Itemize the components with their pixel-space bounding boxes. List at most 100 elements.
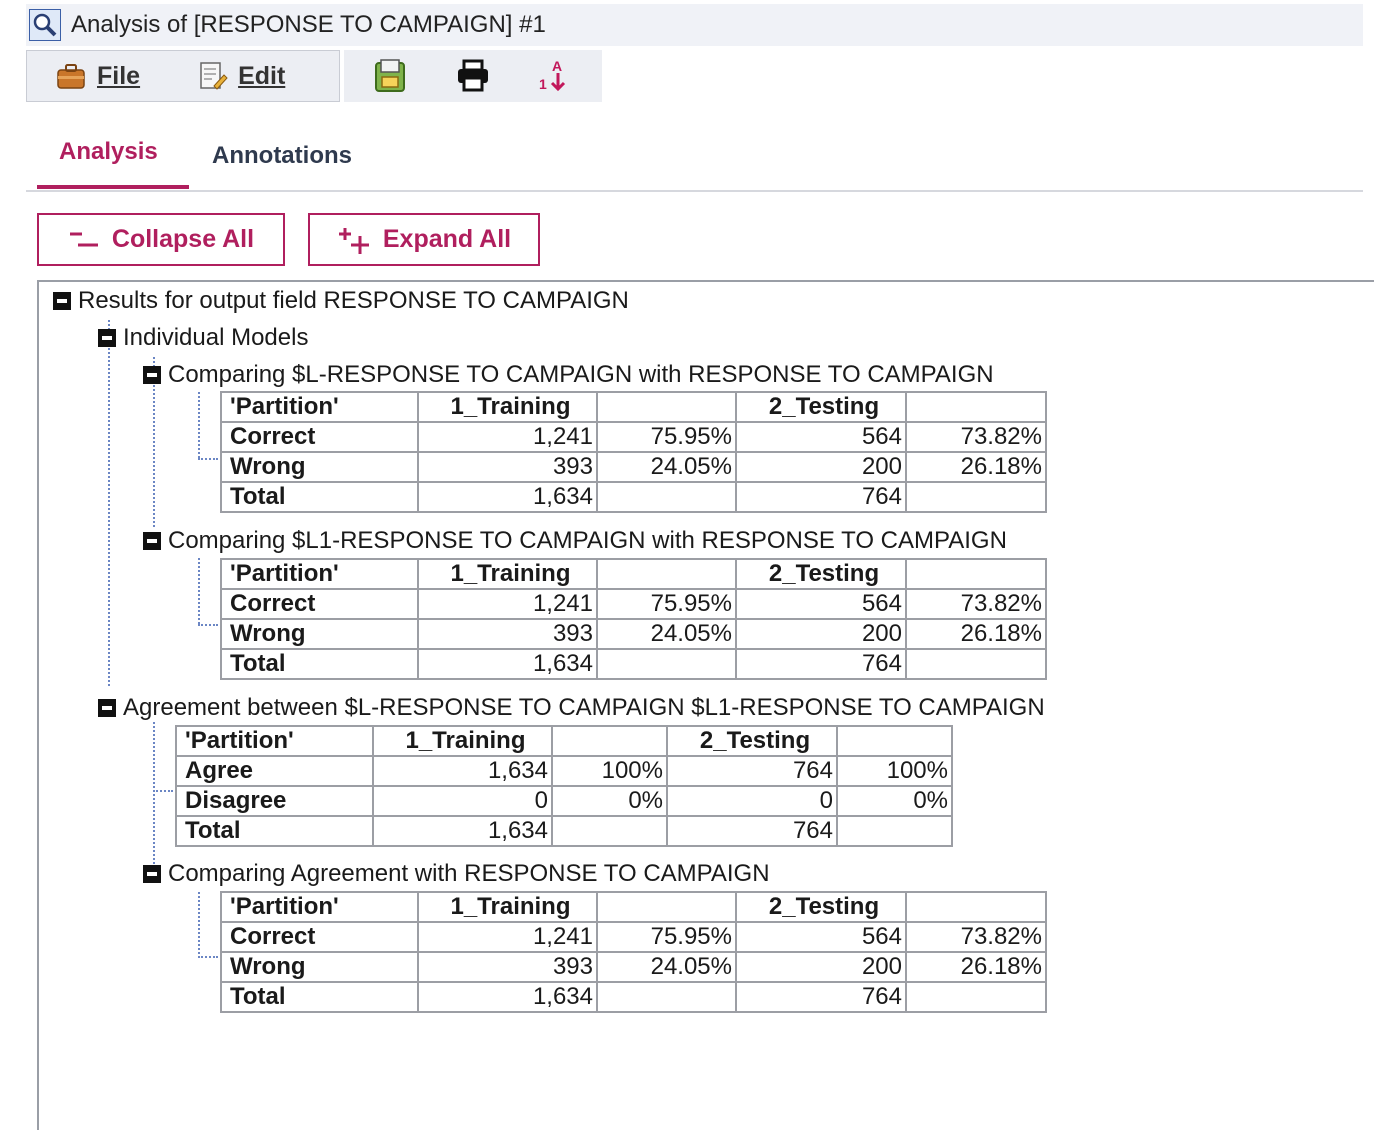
tree-line [198,392,200,458]
collapse-toggle-icon[interactable] [98,699,116,717]
table-cell: 393 [417,951,598,983]
table-cell: Total [175,815,374,847]
collapse-toggle-icon[interactable] [143,865,161,883]
table-row: Total 1,634 764 [220,648,1047,680]
table-cell: 'Partition' [220,891,419,923]
table-cell: 1,241 [417,588,598,620]
table-cell [596,391,737,423]
table-cell: 'Partition' [220,391,419,423]
table-cell: Correct [220,588,419,620]
table-cell: 2_Testing [735,391,907,423]
menu-bar: File Edit A 1 [26,50,602,104]
table-header-row: 'Partition' 1_Training 2_Testing [220,391,1047,423]
edit-menu[interactable]: Edit [196,60,285,92]
collapse-toggle-icon[interactable] [143,532,161,550]
edit-menu-label: Edit [238,61,286,90]
table-cell: 73.82% [905,588,1047,620]
table-cell: 100% [836,755,953,787]
table-cell [905,891,1047,923]
table-cell [905,558,1047,590]
tree-node-comparison[interactable]: Comparing $L-RESPONSE TO CAMPAIGN with R… [143,360,994,390]
table-cell: 1_Training [417,891,598,923]
table-cell: 1,634 [417,981,598,1013]
tree-line [198,624,218,626]
table-cell: 0 [666,785,838,817]
table-cell: 2_Testing [666,725,838,757]
table-cell: 0% [551,785,668,817]
collapse-all-label: Collapse All [111,225,255,253]
tree-node-label: Comparing Agreement with RESPONSE TO CAM… [168,860,770,887]
table-cell: 0 [372,785,553,817]
table-cell: 26.18% [905,451,1047,483]
tree-line [198,458,218,460]
table-cell: 2_Testing [735,891,907,923]
briefcase-icon [57,64,85,89]
tree-node-label: Individual Models [123,324,309,351]
file-menu[interactable]: File [55,60,140,92]
table-cell: 1_Training [417,558,598,590]
tree-node-comparison[interactable]: Comparing $L1-RESPONSE TO CAMPAIGN with … [143,526,1007,556]
table-row: Wrong 393 24.05% 200 26.18% [220,951,1047,983]
collapse-toggle-icon[interactable] [143,366,161,384]
table-header-row: 'Partition' 1_Training 2_Testing [175,725,953,757]
tree-node-individual-models[interactable]: Individual Models [98,323,308,353]
toolbar: A 1 [344,50,602,102]
expand-all-label: Expand All [382,225,512,253]
table-cell: Total [220,981,419,1013]
tree-node-label: Comparing $L-RESPONSE TO CAMPAIGN with R… [168,361,994,388]
table-cell: 764 [666,755,838,787]
tree-node-agreement[interactable]: Agreement between $L-RESPONSE TO CAMPAIG… [98,693,1045,723]
table-cell: 1,241 [417,921,598,953]
table-cell [551,815,668,847]
sort-icon[interactable]: A 1 [534,55,576,97]
collapse-all-button[interactable]: Collapse All [37,213,285,266]
table-cell: 764 [735,648,907,680]
tree-node-label: Comparing $L1-RESPONSE TO CAMPAIGN with … [168,527,1007,554]
table-cell: Wrong [220,451,419,483]
tree-line [198,892,200,958]
tree-node-root[interactable]: Results for output field RESPONSE TO CAM… [53,286,629,316]
table-cell: 1,634 [372,755,553,787]
tree-line [198,956,218,958]
table-cell: 764 [735,981,907,1013]
collapse-toggle-icon[interactable] [98,329,116,347]
agreement-table: 'Partition' 1_Training 2_Testing Agree 1… [175,725,953,847]
table-cell: 'Partition' [220,558,419,590]
table-cell: 73.82% [905,921,1047,953]
table-cell: 1_Training [372,725,553,757]
table-cell [905,648,1047,680]
table-cell: 564 [735,421,907,453]
table-cell [905,981,1047,1013]
collapse-toggle-icon[interactable] [53,292,71,310]
table-cell: 26.18% [905,618,1047,650]
active-tab-indicator [37,185,189,189]
table-row: Total 1,634 764 [220,481,1047,513]
tree-line [198,558,200,624]
table-cell: 393 [417,451,598,483]
expand-all-button[interactable]: Expand All [308,213,540,266]
table-cell: 0% [836,785,953,817]
results-table: 'Partition' 1_Training 2_Testing Correct… [220,891,1047,1013]
results-pane: Results for output field RESPONSE TO CAM… [37,280,1374,1130]
tree-node-agreement-comparison[interactable]: Comparing Agreement with RESPONSE TO CAM… [143,859,770,889]
tab-analysis[interactable]: Analysis [59,138,158,166]
table-cell: 1,241 [417,421,598,453]
table-cell [905,391,1047,423]
table-row: Wrong 393 24.05% 200 26.18% [220,618,1047,650]
tree-line [153,722,155,864]
table-cell: 24.05% [596,451,737,483]
table-cell: Wrong [220,618,419,650]
table-row: Wrong 393 24.05% 200 26.18% [220,451,1047,483]
table-row: Disagree 0 0% 0 0% [175,785,953,817]
table-header-row: 'Partition' 1_Training 2_Testing [220,558,1047,590]
table-cell [551,725,668,757]
table-cell: Total [220,481,419,513]
table-cell: 393 [417,618,598,650]
expand-icon [338,227,369,254]
table-cell: 200 [735,951,907,983]
table-cell [836,725,953,757]
export-icon[interactable] [370,55,412,97]
tab-annotations[interactable]: Annotations [212,142,352,170]
results-table: 'Partition' 1_Training 2_Testing Correct… [220,391,1047,513]
print-icon[interactable] [452,55,494,97]
